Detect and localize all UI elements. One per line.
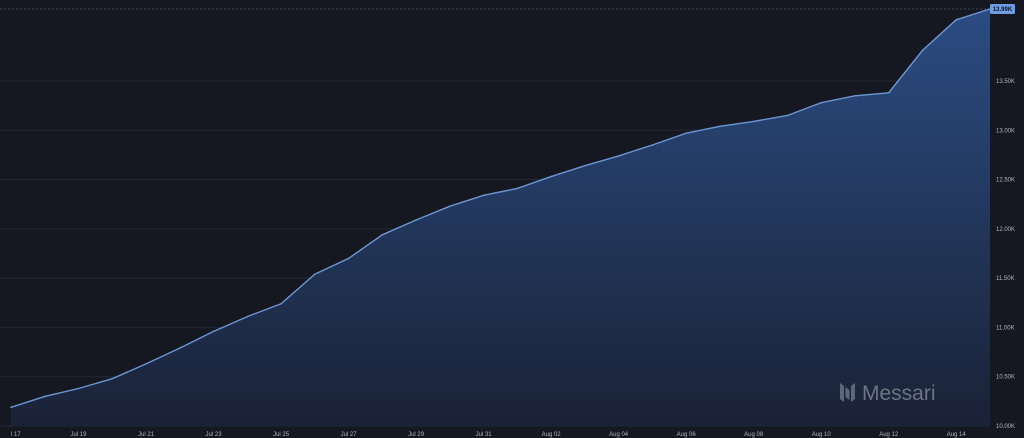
data-point <box>820 101 823 104</box>
data-point <box>10 406 12 409</box>
data-point <box>482 194 485 197</box>
x-tick-label: Jul 29 <box>408 432 425 438</box>
y-tick-label: 13.00K <box>996 128 1015 134</box>
data-point <box>854 94 856 97</box>
data-point <box>584 164 586 167</box>
x-tick-label: Jul 23 <box>206 432 223 438</box>
y-tick-label: 12.00K <box>996 227 1015 233</box>
last-value-text: 13.99K <box>993 7 1013 13</box>
data-point <box>212 330 215 333</box>
x-tick-label: Aug 04 <box>609 432 629 438</box>
data-point <box>550 175 552 178</box>
data-point <box>381 233 384 236</box>
data-point <box>617 155 620 157</box>
data-point <box>43 395 46 398</box>
watermark-text: Messari <box>862 382 936 405</box>
data-point <box>178 347 181 349</box>
area-chart: Messari l 17 Jul 19 Jul 21 Jul 23 Jul 25 Jul … <box>0 4 1015 438</box>
data-point <box>246 315 249 318</box>
data-point <box>719 125 721 128</box>
data-point <box>280 302 282 305</box>
y-tick-label: 10.00K <box>996 424 1015 430</box>
x-tick-label: Aug 02 <box>542 432 562 438</box>
series-area-group <box>10 8 991 426</box>
data-point <box>145 363 147 365</box>
x-tick-label: Jul 25 <box>273 432 290 438</box>
x-tick-label: Aug 14 <box>947 432 967 438</box>
y-tick-label: 13.50K <box>996 79 1015 85</box>
data-point <box>449 205 451 207</box>
data-point <box>314 273 316 275</box>
data-point <box>786 114 789 117</box>
y-tick-label: 10.50K <box>996 375 1015 381</box>
data-point <box>111 377 114 380</box>
series-area-fill <box>11 9 990 426</box>
data-point <box>415 219 417 221</box>
x-tick-label: l 17 <box>11 432 21 438</box>
x-tick-label: Jul 27 <box>341 432 358 438</box>
y-tick-label: 12.50K <box>996 178 1015 184</box>
y-tick-label: 11.00K <box>996 325 1015 331</box>
data-point <box>921 49 924 52</box>
last-value-badge-group: 13.99K <box>990 4 1015 14</box>
data-point <box>516 187 519 190</box>
x-axis: l 17 Jul 19 Jul 21 Jul 23 Jul 25 Jul 27 Jul 29… <box>11 432 966 438</box>
data-point <box>887 91 890 94</box>
data-point <box>347 257 350 260</box>
data-point <box>752 120 755 123</box>
data-point <box>77 387 80 390</box>
x-tick-label: Jul 31 <box>476 432 493 438</box>
data-point <box>651 144 654 146</box>
data-point <box>685 132 687 135</box>
y-axis: 10.00K 10.50K 11.00K 11.50K 12.00K 12.50K 13.0… <box>996 79 1015 430</box>
x-tick-label: Aug 08 <box>744 432 764 438</box>
x-tick-label: Jul 19 <box>71 432 88 438</box>
chart-container: Messari l 17 Jul 19 Jul 21 Jul 23 Jul 25 Jul … <box>0 0 1024 438</box>
x-tick-label: Jul 21 <box>138 432 155 438</box>
x-tick-label: Aug 06 <box>677 432 697 438</box>
y-tick-label: 11.50K <box>996 276 1015 282</box>
x-tick-label: Aug 10 <box>812 432 832 438</box>
data-point <box>955 19 958 21</box>
x-tick-label: Aug 12 <box>879 432 899 438</box>
